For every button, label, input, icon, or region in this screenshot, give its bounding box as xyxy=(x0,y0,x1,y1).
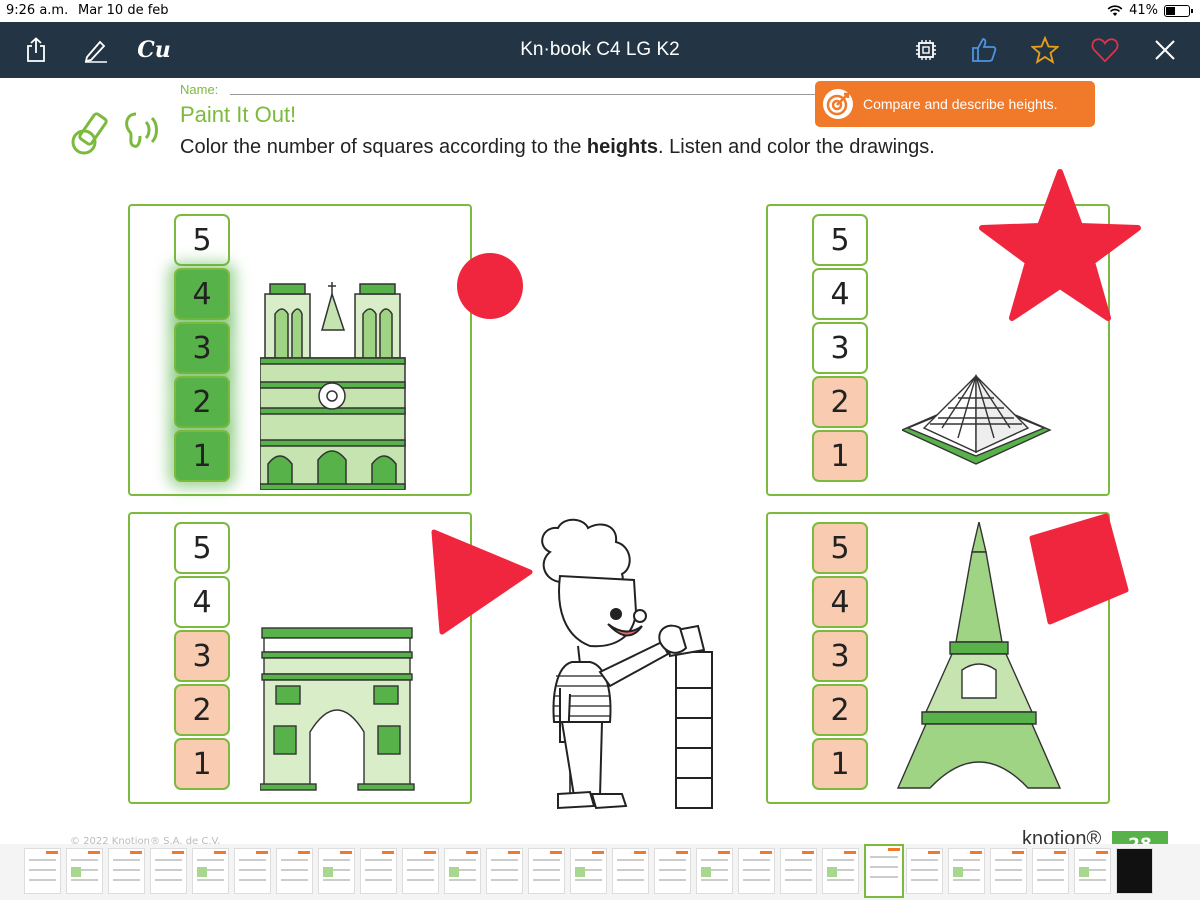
worksheet-page: Name: Paint It Out! Color the number of … xyxy=(30,78,1170,871)
height-square-1[interactable]: 1 xyxy=(812,430,868,482)
page-thumbnail[interactable] xyxy=(864,844,904,898)
height-square-3[interactable]: 3 xyxy=(174,630,230,682)
height-square-2[interactable]: 2 xyxy=(174,684,230,736)
notre-dame-drawing xyxy=(260,282,406,490)
status-right: 41% xyxy=(1107,3,1193,18)
status-time: 9:26 a.m. xyxy=(6,3,69,18)
red-triangle-marker xyxy=(431,529,533,635)
goal-badge: Compare and describe heights. xyxy=(815,81,1095,127)
height-square-5[interactable]: 5 xyxy=(174,522,230,574)
instruction-keyword: heights xyxy=(586,136,659,158)
page-thumbnail[interactable] xyxy=(1032,848,1069,894)
pencil-listen-icon xyxy=(71,112,158,155)
height-square-4[interactable]: 4 xyxy=(812,268,868,320)
height-column: 54321 xyxy=(174,214,232,484)
height-square-2[interactable]: 2 xyxy=(812,684,868,736)
height-square-3[interactable]: 3 xyxy=(812,322,868,374)
book-title: Kn·book C4 LG K2 xyxy=(520,39,680,60)
height-square-4[interactable]: 4 xyxy=(174,576,230,628)
height-square-4[interactable]: 4 xyxy=(174,268,230,320)
height-column: 54321 xyxy=(812,214,870,484)
name-line[interactable] xyxy=(230,94,850,95)
red-circle-marker xyxy=(457,253,523,319)
wifi-icon xyxy=(1107,4,1123,16)
page-thumbnail[interactable] xyxy=(192,848,229,894)
status-bar: 9:26 a.m. Mar 10 de feb 41% xyxy=(0,0,1200,22)
star-icon[interactable] xyxy=(1031,36,1059,64)
page-thumbnail[interactable] xyxy=(570,848,607,894)
height-square-2[interactable]: 2 xyxy=(174,376,230,428)
panel-notre-dame: 54321 xyxy=(128,204,472,496)
page-thumbnail[interactable] xyxy=(234,848,271,894)
page-thumbnail[interactable] xyxy=(1074,848,1111,894)
height-square-5[interactable]: 5 xyxy=(812,522,868,574)
page-thumbnail[interactable] xyxy=(948,848,985,894)
height-square-1[interactable]: 1 xyxy=(174,430,230,482)
heart-icon[interactable] xyxy=(1091,36,1119,64)
page-thumbnail[interactable] xyxy=(696,848,733,894)
battery-percent: 41% xyxy=(1129,3,1158,18)
page-thumbnail[interactable] xyxy=(360,848,397,894)
height-square-1[interactable]: 1 xyxy=(812,738,868,790)
panel-arc-de-triomphe: 54321 xyxy=(128,512,472,804)
page-thumbnail[interactable] xyxy=(780,848,817,894)
height-square-2[interactable]: 2 xyxy=(812,376,868,428)
goal-text: Compare and describe heights. xyxy=(863,96,1058,112)
page-thumbnail[interactable] xyxy=(906,848,943,894)
page-thumbnail[interactable] xyxy=(738,848,775,894)
page-thumbnail[interactable] xyxy=(822,848,859,894)
thumbnail-strip[interactable] xyxy=(0,844,1200,900)
page-thumbnail[interactable] xyxy=(108,848,145,894)
height-square-3[interactable]: 3 xyxy=(174,322,230,374)
page-thumbnail[interactable] xyxy=(990,848,1027,894)
height-square-5[interactable]: 5 xyxy=(174,214,230,266)
chip-icon[interactable] xyxy=(912,36,940,64)
page-thumbnail[interactable] xyxy=(150,848,187,894)
page-thumbnail[interactable] xyxy=(528,848,565,894)
louvre-pyramid-drawing xyxy=(902,374,1052,465)
height-column: 54321 xyxy=(812,522,870,792)
red-star-marker xyxy=(979,169,1141,321)
boy-with-blocks-illustration xyxy=(541,518,713,810)
page-thumbnail[interactable] xyxy=(66,848,103,894)
page-thumbnail[interactable] xyxy=(24,848,61,894)
page-thumbnail[interactable] xyxy=(1116,848,1153,894)
page-thumbnail[interactable] xyxy=(318,848,355,894)
name-label: Name: xyxy=(180,82,219,97)
app-toolbar: Cu Kn·book C4 LG K2 xyxy=(0,22,1200,78)
page-thumbnail[interactable] xyxy=(444,848,481,894)
height-column: 54321 xyxy=(174,522,232,792)
height-square-1[interactable]: 1 xyxy=(174,738,230,790)
battery-icon xyxy=(1164,4,1193,17)
page-thumbnail[interactable] xyxy=(486,848,523,894)
page-thumbnail[interactable] xyxy=(612,848,649,894)
height-square-3[interactable]: 3 xyxy=(812,630,868,682)
thumbs-up-icon[interactable] xyxy=(970,36,998,64)
activity-title: Paint It Out! xyxy=(180,102,297,127)
close-icon[interactable] xyxy=(1151,36,1179,64)
arc-de-triomphe-drawing xyxy=(260,627,415,791)
height-square-5[interactable]: 5 xyxy=(812,214,868,266)
instruction: Color the number of squares according to… xyxy=(180,136,935,158)
page-thumbnail[interactable] xyxy=(402,848,439,894)
red-square-marker xyxy=(1029,513,1129,625)
status-date: Mar 10 de feb xyxy=(78,3,169,18)
target-icon xyxy=(823,89,853,119)
page-thumbnail[interactable] xyxy=(654,848,691,894)
height-square-4[interactable]: 4 xyxy=(812,576,868,628)
page-thumbnail[interactable] xyxy=(276,848,313,894)
